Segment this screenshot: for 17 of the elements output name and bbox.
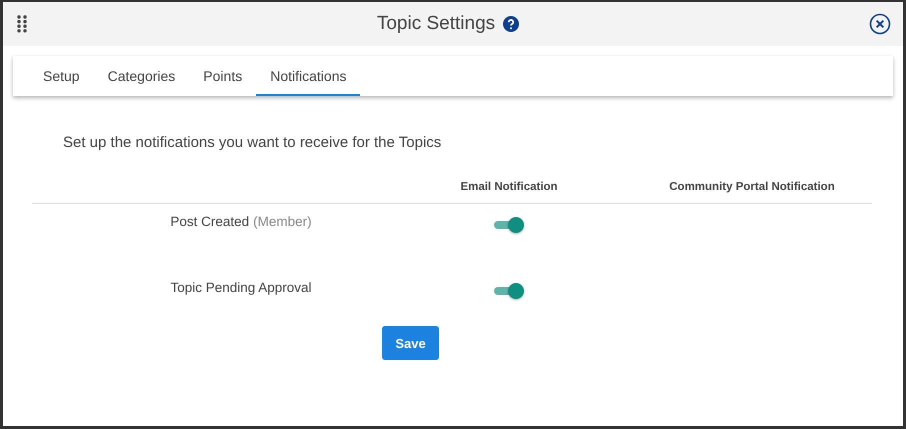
row-label: Topic Pending Approval	[170, 280, 312, 295]
column-header: Email Notification	[450, 181, 568, 204]
save-button[interactable]: Save	[382, 326, 439, 360]
row-label: Post Created	[170, 214, 250, 229]
window-title: Topic Settings	[376, 13, 496, 35]
column-header: Community Portal Notification	[568, 181, 872, 204]
tab[interactable]: Categories	[94, 56, 190, 96]
tab[interactable]: Notifications	[256, 56, 360, 96]
tab[interactable]: Setup	[29, 56, 94, 96]
role-note: (Member)	[253, 214, 312, 229]
toggle-switch[interactable]	[494, 217, 524, 233]
tab[interactable]: Points	[189, 56, 256, 96]
help-icon[interactable]	[503, 16, 520, 32]
drag-handle-icon[interactable]	[17, 15, 27, 33]
toggle-switch[interactable]	[494, 283, 524, 299]
intro-text: Set up the notifications you want to receive for the Topics	[63, 134, 442, 151]
close-icon[interactable]	[868, 13, 891, 35]
